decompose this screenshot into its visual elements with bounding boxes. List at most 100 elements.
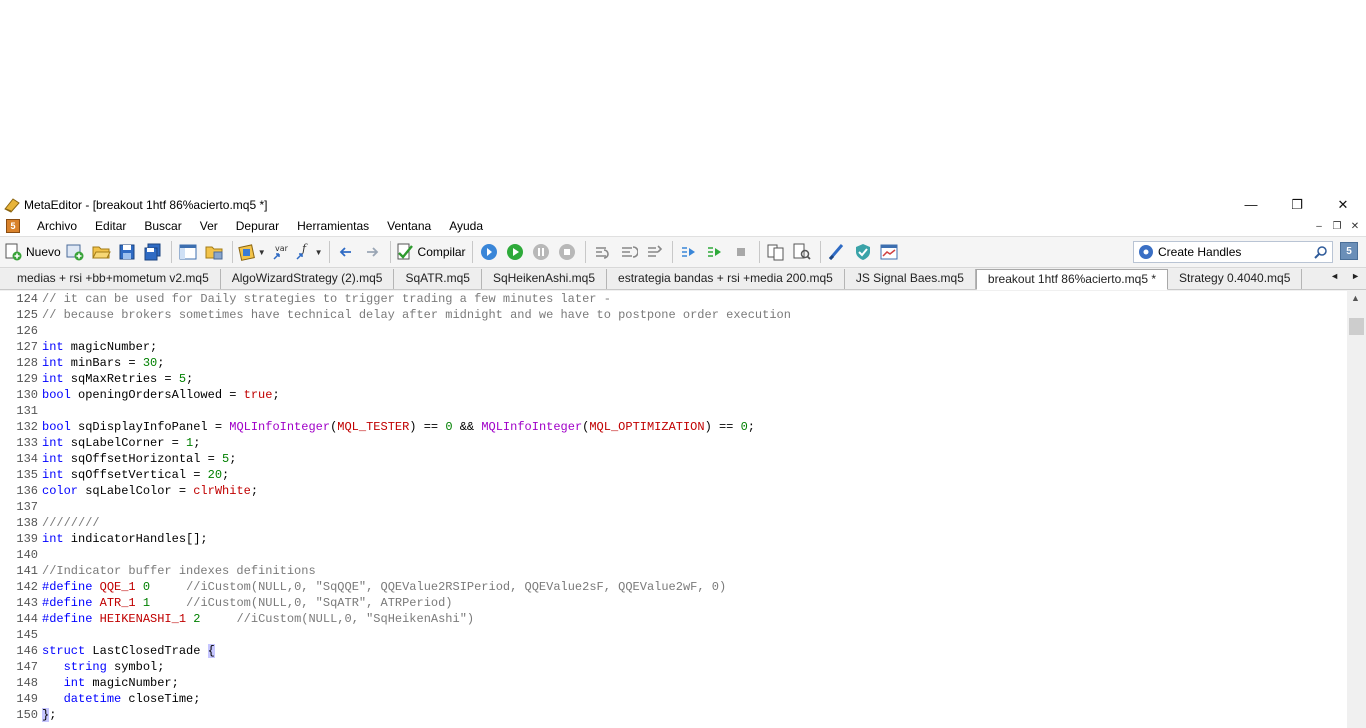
community-button[interactable] [825, 239, 849, 265]
line-number: 128 [16, 356, 38, 370]
menu-ayuda[interactable]: Ayuda [440, 216, 492, 236]
code-line[interactable]: 128 int minBars = 30; [0, 355, 1347, 371]
doc-minimize-icon[interactable]: – [1310, 218, 1328, 234]
code-line[interactable]: 124 // it can be used for Daily strategie… [0, 291, 1347, 307]
tab-document[interactable]: Strategy 0.4040.mq5 [1168, 269, 1303, 289]
style-button[interactable]: ▼ [237, 239, 266, 265]
tab-scroll-left-icon[interactable]: ◄ [1330, 271, 1339, 281]
navigator-button[interactable] [176, 239, 200, 265]
toolbox-button[interactable] [202, 239, 226, 265]
save-button[interactable] [115, 239, 139, 265]
scrollbar-thumb[interactable] [1349, 318, 1364, 335]
code-line[interactable]: 144 #define HEIKENASHI_1 2 //iCustom(NULL… [0, 611, 1347, 627]
style-dropdown-icon[interactable]: ▼ [258, 248, 266, 257]
function-icon: f [296, 242, 308, 260]
code-text: struct LastClosedTrade { [42, 643, 215, 659]
new-project-button[interactable] [63, 239, 87, 265]
debug-history-button[interactable] [477, 239, 501, 265]
vertical-scrollbar[interactable]: ▲ [1347, 291, 1366, 728]
document-menu-icon[interactable]: 5 [6, 219, 20, 233]
tab-document[interactable]: JS Signal Baes.mq5 [845, 269, 976, 289]
code-line[interactable]: 149 datetime closeTime; [0, 691, 1347, 707]
code-line[interactable]: 142 #define QQE_1 0 //iCustom(NULL,0, "Sq… [0, 579, 1347, 595]
start-profiling-live-button[interactable] [703, 239, 727, 265]
tab-document[interactable]: AlgoWizardStrategy (2).mq5 [221, 269, 395, 289]
code-line[interactable]: 141 //Indicator buffer indexes definition… [0, 563, 1347, 579]
open-button[interactable] [89, 239, 113, 265]
code-line[interactable]: 137 [0, 499, 1347, 515]
code-line[interactable]: 145 [0, 627, 1347, 643]
compile-button[interactable]: Compilar [395, 239, 466, 265]
step-into-button[interactable] [590, 239, 614, 265]
code-token: sqOffsetHorizontal = [63, 452, 223, 466]
back-button[interactable] [334, 239, 358, 265]
code-line[interactable]: 134 int sqOffsetHorizontal = 5; [0, 451, 1347, 467]
tab-document[interactable]: medias + rsi +bb+mometum v2.mq5 [6, 269, 221, 289]
insert-function-button[interactable]: f ▼ [294, 239, 323, 265]
code-line[interactable]: 126 [0, 323, 1347, 339]
menu-ver[interactable]: Ver [191, 216, 227, 236]
pause-debug-button[interactable] [529, 239, 553, 265]
start-profiling-button[interactable] [677, 239, 701, 265]
find-in-files-button[interactable] [790, 239, 814, 265]
menu-archivo[interactable]: Archivo [28, 216, 86, 236]
code-line[interactable]: 143 #define ATR_1 1 //iCustom(NULL,0, "Sq… [0, 595, 1347, 611]
doc-close-icon[interactable]: ✕ [1346, 218, 1364, 234]
code-line[interactable]: 129 int sqMaxRetries = 5; [0, 371, 1347, 387]
code-token: 20 [207, 468, 223, 482]
code-line[interactable]: 139 int indicatorHandles[]; [0, 531, 1347, 547]
code-line[interactable]: 131 [0, 403, 1347, 419]
scroll-up-icon[interactable]: ▲ [1351, 293, 1360, 303]
code-line[interactable]: 147 string symbol; [0, 659, 1347, 675]
step-out-button[interactable] [642, 239, 666, 265]
gear-icon[interactable] [1137, 243, 1155, 261]
stop-debug-button[interactable] [555, 239, 579, 265]
restore-icon[interactable]: ❐ [1274, 193, 1320, 216]
doc-restore-icon[interactable]: ❐ [1328, 218, 1346, 234]
code-token: //////// [42, 516, 100, 530]
code-line[interactable]: 138 //////// [0, 515, 1347, 531]
code-text: //////// [42, 515, 100, 531]
menu-ventana[interactable]: Ventana [378, 216, 440, 236]
tab-document-active[interactable]: breakout 1htf 86%acierto.mq5 * [975, 269, 1168, 290]
step-over-button[interactable] [616, 239, 640, 265]
search-icon[interactable] [1314, 245, 1328, 259]
compare-button[interactable] [764, 239, 788, 265]
menu-herramientas[interactable]: Herramientas [288, 216, 378, 236]
minimize-icon[interactable]: — [1228, 193, 1274, 216]
menu-buscar[interactable]: Buscar [135, 216, 190, 236]
code-line[interactable]: 148 int magicNumber; [0, 675, 1347, 691]
menu-depurar[interactable]: Depurar [227, 216, 288, 236]
tab-document[interactable]: SqATR.mq5 [394, 269, 482, 289]
line-number: 132 [16, 420, 38, 434]
function-dropdown-icon[interactable]: ▼ [315, 248, 323, 257]
code-line[interactable]: 125 // because brokers sometimes have tec… [0, 307, 1347, 323]
code-line[interactable]: 130 bool openingOrdersAllowed = true; [0, 387, 1347, 403]
code-line[interactable]: 140 [0, 547, 1347, 563]
tab-scroll-right-icon[interactable]: ► [1351, 271, 1360, 281]
start-debug-button[interactable] [503, 239, 527, 265]
insert-variable-button[interactable]: var [268, 239, 292, 265]
forward-button[interactable] [360, 239, 384, 265]
line-number: 146 [16, 644, 38, 658]
code-line[interactable]: 127 int magicNumber; [0, 339, 1347, 355]
code-editor[interactable]: 124 // it can be used for Daily strategie… [0, 291, 1347, 728]
code-token: ATR_1 [99, 596, 136, 610]
tab-document[interactable]: estrategia bandas + rsi +media 200.mq5 [607, 269, 845, 289]
stop-profiling-button[interactable] [729, 239, 753, 265]
storage-button[interactable] [851, 239, 875, 265]
code-line[interactable]: 150}; [0, 707, 1347, 723]
help-button[interactable]: 5 [1340, 242, 1358, 260]
menu-editar[interactable]: Editar [86, 216, 135, 236]
terminal-button[interactable] [877, 239, 901, 265]
code-line[interactable]: 135 int sqOffsetVertical = 20; [0, 467, 1347, 483]
tab-document[interactable]: SqHeikenAshi.mq5 [482, 269, 608, 289]
close-icon[interactable]: ✕ [1320, 193, 1366, 216]
code-line[interactable]: 136 color sqLabelColor = clrWhite; [0, 483, 1347, 499]
code-line[interactable]: 132 bool sqDisplayInfoPanel = MQLInfoInte… [0, 419, 1347, 435]
code-line[interactable]: 146 struct LastClosedTrade { [0, 643, 1347, 659]
search-input[interactable] [1158, 245, 1308, 259]
save-all-button[interactable] [141, 239, 165, 265]
new-button[interactable]: Nuevo [3, 239, 61, 265]
code-line[interactable]: 133 int sqLabelCorner = 1; [0, 435, 1347, 451]
